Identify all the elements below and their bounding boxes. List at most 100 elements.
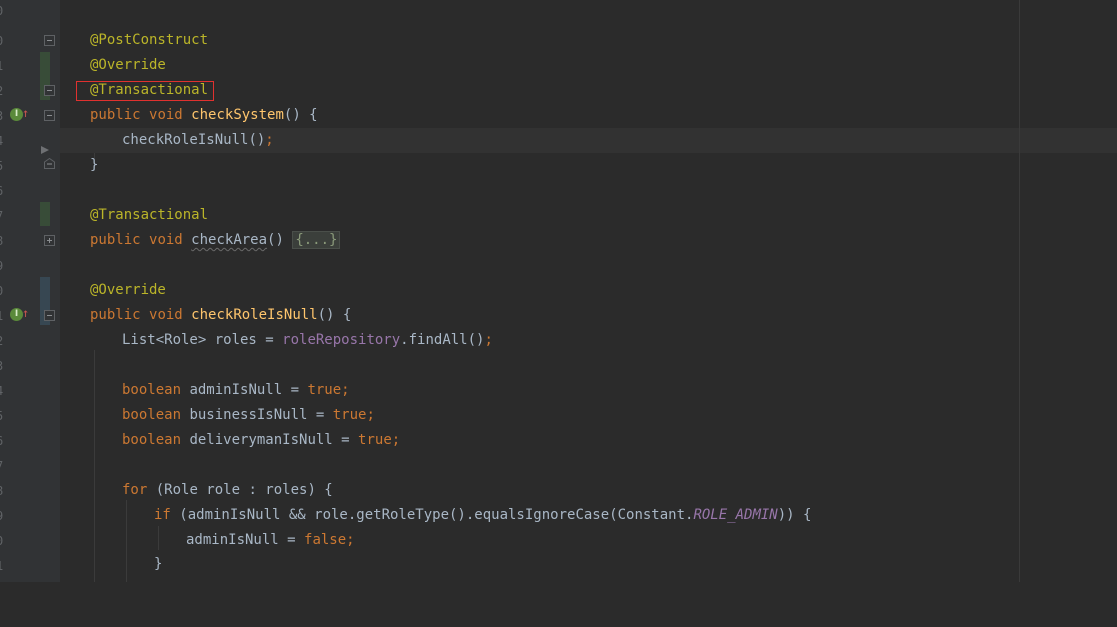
line-number: 1 xyxy=(0,59,6,73)
fold-collapse-icon[interactable] xyxy=(44,85,55,96)
keyword: boolean xyxy=(122,382,182,398)
annotation: @PostConstruct xyxy=(90,32,209,48)
method-call: .findAll() xyxy=(400,332,485,348)
code-line[interactable]: adminIsNull = false; xyxy=(60,528,1117,553)
line-number: 0 xyxy=(0,4,6,18)
keyword: false xyxy=(304,532,347,548)
keyword: true xyxy=(332,407,367,423)
code-line-current[interactable]: checkRoleIsNull(); xyxy=(60,128,1117,153)
line-number: 2 xyxy=(0,84,6,98)
code-text: adminIsNull = xyxy=(181,382,308,398)
code-line[interactable]: List<Role> roles = roleRepository.findAl… xyxy=(60,328,1117,353)
annotation: @Transactional xyxy=(90,207,209,223)
code-line[interactable]: @Transactional xyxy=(60,203,1117,228)
code-text: (Role role : roles) { xyxy=(147,482,333,498)
line-number: 9 xyxy=(0,509,6,523)
annotation: @Override xyxy=(90,57,166,73)
code-text: deliverymanIsNull = xyxy=(181,432,359,448)
code-text: } xyxy=(154,556,163,572)
field-name: roleRepository xyxy=(282,332,401,348)
semicolon: ; xyxy=(341,382,350,398)
method-name: checkSystem xyxy=(191,107,284,123)
keyword: public xyxy=(90,107,141,123)
semicolon: ; xyxy=(265,132,274,148)
highlight-box xyxy=(76,81,214,101)
semicolon: ; xyxy=(391,432,401,448)
code-line[interactable]: if (adminIsNull && role.getRoleType().eq… xyxy=(60,503,1117,528)
keyword: public xyxy=(90,307,141,323)
code-line[interactable]: @Override xyxy=(60,278,1117,303)
method-name-unused: checkArea xyxy=(191,232,268,248)
code-text: () xyxy=(267,232,293,248)
line-number: 0 xyxy=(0,534,6,548)
keyword: void xyxy=(149,107,183,123)
line-number: 1 xyxy=(0,309,6,323)
line-number: 6 xyxy=(0,434,6,448)
keyword: true xyxy=(358,432,392,448)
keyword: void xyxy=(149,232,183,248)
vcs-added-marker[interactable] xyxy=(40,202,50,226)
line-number: 0 xyxy=(0,284,6,298)
keyword: for xyxy=(122,482,148,498)
code-text: () xyxy=(248,132,266,148)
fold-collapse-icon[interactable] xyxy=(44,35,55,46)
line-number: 9 xyxy=(0,259,6,273)
method-call: checkRoleIsNull xyxy=(122,132,249,148)
code-line[interactable]: for (Role role : roles) { xyxy=(60,478,1117,503)
code-editor[interactable]: @PostConstruct @Override @Transactional … xyxy=(60,0,1117,582)
code-line[interactable]: @Transactional xyxy=(60,78,1117,103)
code-text: } xyxy=(90,157,99,173)
code-line[interactable]: boolean deliverymanIsNull = true; xyxy=(60,428,1117,453)
override-arrow-icon[interactable]: ↑ xyxy=(22,306,30,320)
code-line[interactable]: public void checkRoleIsNull() { xyxy=(60,303,1117,328)
fold-expand-icon[interactable] xyxy=(44,235,55,246)
line-number: 6 xyxy=(0,184,6,198)
code-text: businessIsNull = xyxy=(181,407,333,423)
line-number: 4 xyxy=(0,134,6,148)
keyword: public xyxy=(90,232,141,248)
line-number: 5 xyxy=(0,409,6,423)
code-text: adminIsNull = xyxy=(186,532,305,548)
code-line[interactable]: @Override xyxy=(60,53,1117,78)
code-text: (adminIsNull && role.getRoleType().equal… xyxy=(170,507,694,523)
execution-point-icon xyxy=(41,146,49,154)
code-text: )) { xyxy=(777,507,812,523)
method-name: checkRoleIsNull xyxy=(191,307,318,323)
line-number: 2 xyxy=(0,334,6,348)
annotation: @Override xyxy=(90,282,166,298)
fold-end-icon[interactable] xyxy=(44,158,55,169)
code-line[interactable]: } xyxy=(60,153,1117,178)
line-number: 4 xyxy=(0,384,6,398)
code-line[interactable]: public void checkSystem() { xyxy=(60,103,1117,128)
keyword: void xyxy=(149,307,183,323)
code-line[interactable]: public void checkArea() {...} xyxy=(60,228,1117,253)
line-number: 3 xyxy=(0,359,6,373)
line-number: 7 xyxy=(0,209,6,223)
keyword: if xyxy=(154,507,171,523)
override-arrow-icon[interactable]: ↑ xyxy=(22,106,30,120)
code-text: () { xyxy=(317,307,352,323)
line-number: 8 xyxy=(0,484,6,498)
keyword: true xyxy=(307,382,342,398)
line-number: 8 xyxy=(0,234,6,248)
semicolon: ; xyxy=(484,332,493,348)
semicolon: ; xyxy=(366,407,375,423)
line-number: 1 xyxy=(0,559,6,573)
line-number: 7 xyxy=(0,459,6,473)
semicolon: ; xyxy=(346,532,355,548)
right-margin-guide xyxy=(1019,0,1020,582)
line-number: 5 xyxy=(0,159,6,173)
code-text: List<Role> roles = xyxy=(122,332,283,348)
constant: ROLE_ADMIN xyxy=(693,507,778,523)
code-line[interactable]: @PostConstruct xyxy=(60,28,1117,53)
code-text: () { xyxy=(283,107,318,123)
folded-code-block[interactable]: {...} xyxy=(292,231,341,249)
keyword: boolean xyxy=(122,432,182,448)
line-number: 3 xyxy=(0,109,6,123)
code-line[interactable]: boolean businessIsNull = true; xyxy=(60,403,1117,428)
code-line[interactable]: } xyxy=(60,552,1117,577)
fold-collapse-icon[interactable] xyxy=(44,110,55,121)
keyword: boolean xyxy=(122,407,182,423)
code-line[interactable]: boolean adminIsNull = true; xyxy=(60,378,1117,403)
fold-collapse-icon[interactable] xyxy=(44,310,55,321)
